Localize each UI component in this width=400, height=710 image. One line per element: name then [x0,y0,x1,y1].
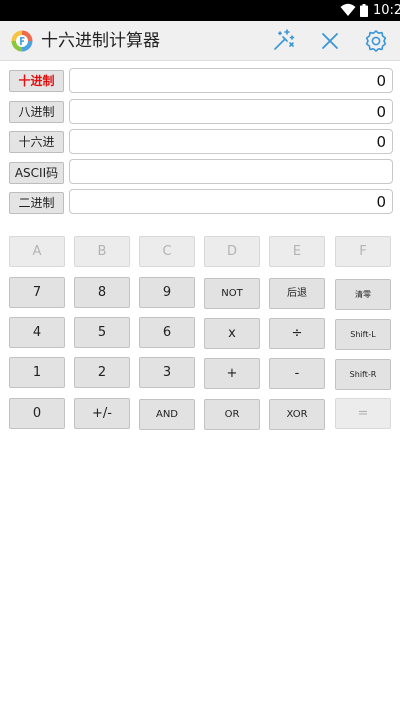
close-icon [322,33,338,49]
app-title: 十六进制计算器 [41,31,160,51]
key-plus[interactable]: + [204,358,260,389]
key-d[interactable]: D [204,236,260,267]
wifi-icon [340,3,356,16]
key-shift-right[interactable]: Shift-R [335,359,391,390]
key-9[interactable]: 9 [139,277,195,308]
magic-brush-button[interactable] [270,28,296,54]
key-f[interactable]: F [335,236,391,267]
hex-field[interactable] [69,129,393,154]
base-button-octal[interactable]: 八进制 [9,101,64,123]
key-6[interactable]: 6 [139,317,195,348]
app-logo-icon [11,30,33,52]
close-button[interactable] [317,28,343,54]
key-divide[interactable]: ÷ [269,318,325,349]
gear-icon [365,30,387,52]
key-b[interactable]: B [74,236,130,267]
key-0[interactable]: 0 [9,398,65,429]
key-xor[interactable]: XOR [269,399,325,430]
key-shift-left[interactable]: Shift-L [335,319,391,350]
key-3[interactable]: 3 [139,357,195,388]
base-button-binary[interactable]: 二进制 [9,192,64,214]
ascii-field[interactable] [69,159,393,184]
key-not[interactable]: NOT [204,278,260,309]
binary-field[interactable] [69,189,393,214]
battery-icon [360,4,368,17]
octal-field[interactable] [69,99,393,124]
key-2[interactable]: 2 [74,357,130,388]
key-and[interactable]: AND [139,399,195,430]
base-button-decimal[interactable]: 十进制 [9,70,64,92]
key-e[interactable]: E [269,236,325,267]
key-7[interactable]: 7 [9,277,65,308]
key-multiply[interactable]: x [204,318,260,349]
status-time: 10:25 [373,3,400,18]
key-or[interactable]: OR [204,399,260,430]
app-bar: 十六进制计算器 [0,21,400,61]
key-negate[interactable]: +/- [74,398,130,429]
key-8[interactable]: 8 [74,277,130,308]
magic-brush-icon [274,29,295,50]
key-minus[interactable]: - [269,358,325,389]
base-button-hex[interactable]: 十六进 [9,131,64,153]
decimal-field[interactable] [69,68,393,93]
status-bar: 10:25 [0,0,400,21]
key-4[interactable]: 4 [9,317,65,348]
key-a[interactable]: A [9,236,65,267]
key-clear[interactable]: 清零 [335,279,391,310]
key-1[interactable]: 1 [9,357,65,388]
key-backspace[interactable]: 后退 [269,278,325,309]
key-c[interactable]: C [139,236,195,267]
key-5[interactable]: 5 [74,317,130,348]
base-button-ascii[interactable]: ASCII码 [9,162,64,184]
settings-button[interactable] [363,28,389,54]
key-equals[interactable]: = [335,398,391,429]
